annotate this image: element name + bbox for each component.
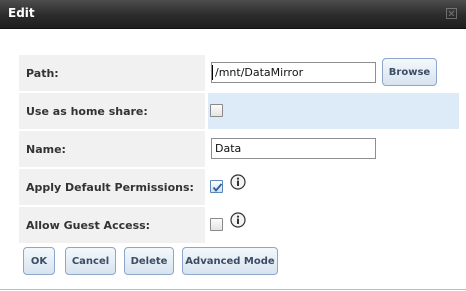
browse-button[interactable]: Browse (382, 58, 437, 86)
close-icon[interactable] (446, 8, 457, 19)
name-row: Name: (19, 130, 459, 168)
name-label: Name: (19, 131, 205, 167)
default-permissions-checkbox[interactable] (210, 180, 223, 193)
text-cursor (212, 65, 213, 80)
default-permissions-value-cell (208, 169, 459, 205)
home-share-label: Use as home share: (19, 93, 205, 129)
guest-access-checkbox[interactable] (210, 218, 223, 231)
cancel-button[interactable]: Cancel (65, 247, 116, 275)
dialog-title: Edit (8, 6, 35, 20)
home-share-row: Use as home share: (19, 92, 459, 130)
default-permissions-label: Apply Default Permissions: (19, 169, 205, 205)
dialog-titlebar[interactable]: Edit (0, 0, 466, 29)
guest-access-value-cell (208, 207, 459, 243)
info-icon[interactable] (230, 174, 246, 190)
path-input[interactable] (211, 62, 376, 83)
name-value-cell (208, 131, 459, 167)
dialog-bottom-border (0, 289, 466, 290)
checkmark-icon (212, 183, 223, 192)
name-input[interactable] (211, 138, 376, 159)
guest-access-label: Allow Guest Access: (19, 207, 205, 243)
delete-button[interactable]: Delete (124, 247, 174, 275)
home-share-checkbox[interactable] (210, 104, 223, 117)
advanced-mode-button[interactable]: Advanced Mode (182, 247, 278, 275)
path-label: Path: (19, 55, 205, 91)
ok-button[interactable]: OK (23, 247, 55, 275)
info-icon[interactable] (230, 212, 246, 228)
default-permissions-row: Apply Default Permissions: (19, 168, 459, 206)
home-share-value-cell (208, 93, 459, 129)
guest-access-row: Allow Guest Access: (19, 206, 459, 244)
